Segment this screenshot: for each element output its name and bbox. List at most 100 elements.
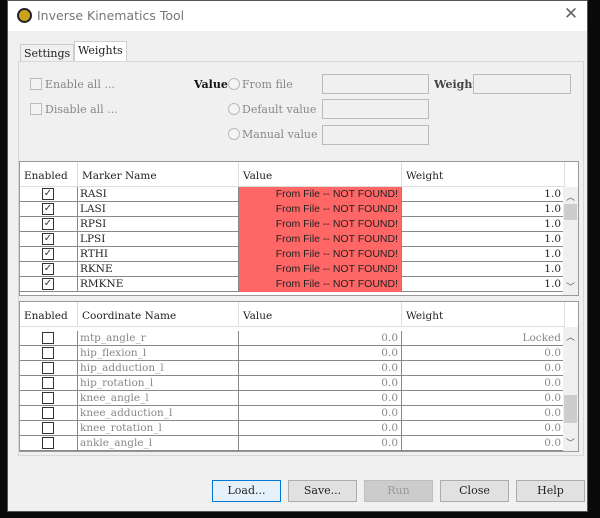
- table-row[interactable]: hip_rotation_l 0.0 0.0: [20, 376, 565, 391]
- header-value[interactable]: Value: [239, 302, 402, 326]
- weight-cell[interactable]: 0.0: [402, 346, 565, 361]
- header-enabled[interactable]: Enabled: [20, 302, 78, 326]
- enabled-checkbox[interactable]: [42, 392, 54, 404]
- manual-value-radio[interactable]: [228, 128, 240, 140]
- header-value[interactable]: Value: [239, 162, 402, 186]
- coordinate-table-scrollbar[interactable]: ︿ ﹀: [563, 327, 578, 451]
- value-cell[interactable]: From File -- NOT FOUND!: [239, 277, 402, 292]
- weight-cell[interactable]: 1.0: [402, 217, 565, 232]
- weight-cell[interactable]: 1.0: [402, 187, 565, 202]
- table-row[interactable]: ✓ RPSI From File -- NOT FOUND! 1.0: [20, 217, 565, 232]
- scroll-down-icon[interactable]: ﹀: [563, 436, 578, 449]
- header-weight[interactable]: Weight: [402, 302, 565, 326]
- scroll-thumb[interactable]: [564, 395, 577, 423]
- header-weight[interactable]: Weight: [402, 162, 565, 186]
- value-cell[interactable]: 0.0: [239, 361, 402, 376]
- value-cell[interactable]: From File -- NOT FOUND!: [239, 247, 402, 262]
- table-row[interactable]: mtp_angle_r 0.0 Locked: [20, 331, 565, 346]
- enabled-checkbox[interactable]: [42, 422, 54, 434]
- weight-cell[interactable]: 1.0: [402, 202, 565, 217]
- weight-cell[interactable]: 1.0: [402, 247, 565, 262]
- table-row[interactable]: knee_adduction_l 0.0 0.0: [20, 406, 565, 421]
- enabled-cell: [20, 361, 78, 376]
- scroll-down-icon[interactable]: ﹀: [563, 280, 578, 293]
- enabled-checkbox[interactable]: [42, 362, 54, 374]
- value-cell[interactable]: From File -- NOT FOUND!: [239, 217, 402, 232]
- value-cell[interactable]: 0.0: [239, 436, 402, 451]
- close-button[interactable]: Close: [440, 480, 509, 502]
- value-cell[interactable]: 0.0: [239, 391, 402, 406]
- header-enabled[interactable]: Enabled: [20, 162, 78, 186]
- scroll-up-icon[interactable]: ︿: [563, 190, 578, 203]
- table-row[interactable]: ✓ RMKNE From File -- NOT FOUND! 1.0: [20, 277, 565, 292]
- enabled-checkbox[interactable]: ✓: [42, 203, 54, 215]
- name-cell: RPSI: [78, 217, 239, 232]
- value-cell[interactable]: From File -- NOT FOUND!: [239, 262, 402, 277]
- value-cell[interactable]: From File -- NOT FOUND!: [239, 187, 402, 202]
- run-button[interactable]: Run: [364, 480, 433, 502]
- manual-value-input[interactable]: [322, 125, 429, 145]
- weight-cell[interactable]: 0.0: [402, 406, 565, 421]
- enabled-checkbox[interactable]: ✓: [42, 188, 54, 200]
- value-cell[interactable]: From File -- NOT FOUND!: [239, 232, 402, 247]
- enabled-checkbox[interactable]: [42, 377, 54, 389]
- table-row[interactable]: ✓ RTHI From File -- NOT FOUND! 1.0: [20, 247, 565, 262]
- scroll-up-icon[interactable]: ︿: [563, 330, 578, 343]
- weight-input[interactable]: [473, 74, 571, 94]
- value-cell[interactable]: 0.0: [239, 331, 402, 346]
- enable-all-checkbox[interactable]: [30, 78, 42, 90]
- weight-cell[interactable]: 1.0: [402, 262, 565, 277]
- tab-settings[interactable]: Settings: [20, 44, 75, 62]
- header-marker-name[interactable]: Marker Name: [78, 162, 239, 186]
- marker-weights-table: Enabled Marker Name Value Weight ✓ RASI Fr…: [19, 161, 579, 296]
- weight-cell[interactable]: 0.0: [402, 436, 565, 451]
- disable-all-checkbox[interactable]: [30, 103, 42, 115]
- from-file-input[interactable]: [322, 74, 429, 94]
- enabled-checkbox[interactable]: ✓: [42, 218, 54, 230]
- marker-table-scrollbar[interactable]: ︿ ﹀: [563, 187, 578, 295]
- name-cell: hip_flexion_l: [78, 346, 239, 361]
- value-cell[interactable]: 0.0: [239, 406, 402, 421]
- name-cell: ankle_angle_l: [78, 436, 239, 451]
- weight-cell[interactable]: 1.0: [402, 232, 565, 247]
- name-cell: LPSI: [78, 232, 239, 247]
- weight-cell[interactable]: 0.0: [402, 391, 565, 406]
- weight-cell[interactable]: 0.0: [402, 361, 565, 376]
- enabled-checkbox[interactable]: ✓: [42, 278, 54, 290]
- enabled-checkbox[interactable]: ✓: [42, 233, 54, 245]
- table-row[interactable]: ✓ LASI From File -- NOT FOUND! 1.0: [20, 202, 565, 217]
- enabled-checkbox[interactable]: [42, 332, 54, 344]
- table-row[interactable]: ✓ LPSI From File -- NOT FOUND! 1.0: [20, 232, 565, 247]
- table-row[interactable]: ankle_angle_l 0.0 0.0: [20, 436, 565, 451]
- enabled-checkbox[interactable]: ✓: [42, 248, 54, 260]
- table-row[interactable]: hip_adduction_l 0.0 0.0: [20, 361, 565, 376]
- enabled-checkbox[interactable]: [42, 347, 54, 359]
- from-file-radio[interactable]: [228, 78, 240, 90]
- table-row[interactable]: hip_flexion_l 0.0 0.0: [20, 346, 565, 361]
- weight-cell[interactable]: 1.0: [402, 277, 565, 292]
- table-row[interactable]: knee_angle_l 0.0 0.0: [20, 391, 565, 406]
- value-cell[interactable]: From File -- NOT FOUND!: [239, 202, 402, 217]
- value-cell[interactable]: 0.0: [239, 421, 402, 436]
- table-row[interactable]: ✓ RKNE From File -- NOT FOUND! 1.0: [20, 262, 565, 277]
- save-button[interactable]: Save...: [288, 480, 357, 502]
- table-row[interactable]: knee_rotation_l 0.0 0.0: [20, 421, 565, 436]
- tab-weights[interactable]: Weights: [74, 41, 127, 62]
- weight-cell[interactable]: 0.0: [402, 376, 565, 391]
- default-value-radio[interactable]: [228, 103, 240, 115]
- enabled-checkbox[interactable]: ✓: [42, 263, 54, 275]
- enabled-checkbox[interactable]: [42, 407, 54, 419]
- enabled-checkbox[interactable]: [42, 437, 54, 449]
- enabled-cell: [20, 406, 78, 421]
- header-coordinate-name[interactable]: Coordinate Name: [78, 302, 239, 326]
- default-value-input[interactable]: [322, 99, 429, 119]
- weight-cell[interactable]: 0.0: [402, 421, 565, 436]
- load-button[interactable]: Load...: [212, 480, 281, 502]
- help-button[interactable]: Help: [516, 480, 585, 502]
- close-window-button[interactable]: ✕: [561, 4, 581, 24]
- weight-cell[interactable]: Locked: [402, 331, 565, 346]
- value-cell[interactable]: 0.0: [239, 346, 402, 361]
- table-row[interactable]: ✓ RASI From File -- NOT FOUND! 1.0: [20, 187, 565, 202]
- value-cell[interactable]: 0.0: [239, 376, 402, 391]
- scroll-thumb[interactable]: [564, 204, 577, 220]
